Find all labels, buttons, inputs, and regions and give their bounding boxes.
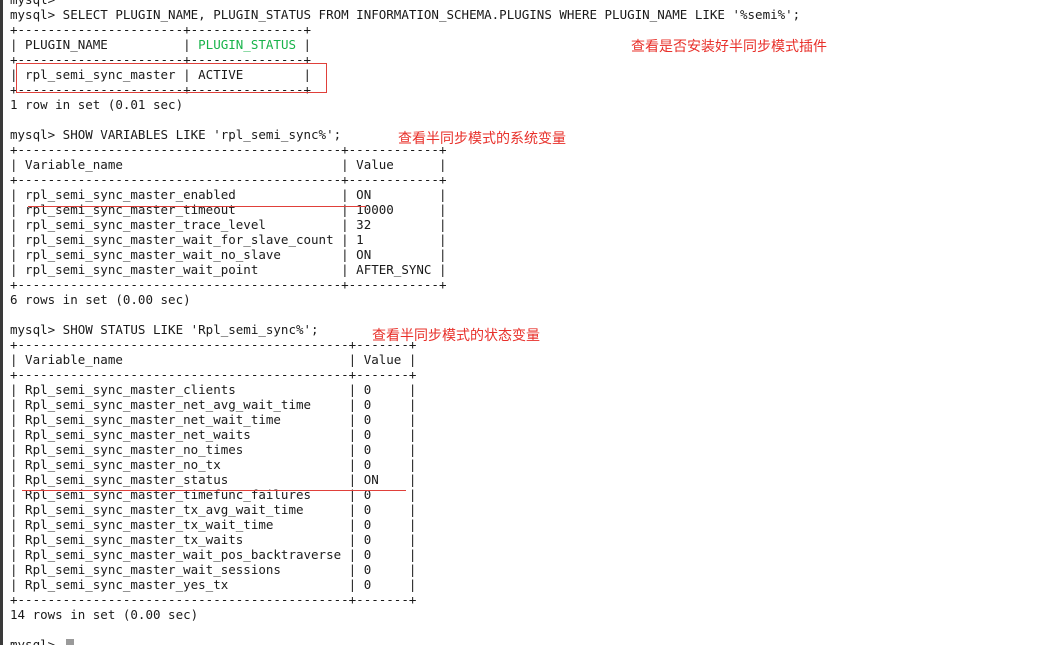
status-variable-underline [22,490,406,491]
terminal-line: | Rpl_semi_sync_master_net_wait_time | 0… [10,412,800,427]
annotation-status-variables: 查看半同步模式的状态变量 [372,328,540,344]
terminal-line: | rpl_semi_sync_master_trace_level | 32 … [10,217,800,232]
terminal-text: | rpl_semi_sync_master_trace_level | 32 … [10,217,447,232]
terminal-text: | Rpl_semi_sync_master_tx_waits | 0 | [10,532,417,547]
annotation-plugin-check: 查看是否安装好半同步模式插件 [631,39,827,55]
terminal-line: | rpl_semi_sync_master_enabled | ON | [10,187,800,202]
terminal-text: | Rpl_semi_sync_master_tx_wait_time | 0 … [10,517,417,532]
terminal-text: | Rpl_semi_sync_master_net_avg_wait_time… [10,397,417,412]
terminal-text: | rpl_semi_sync_master_enabled | ON | [10,187,447,202]
terminal-line: mysql> [10,0,800,7]
terminal-text: | Rpl_semi_sync_master_tx_avg_wait_time … [10,502,417,517]
terminal-text: | rpl_semi_sync_master_wait_point | AFTE… [10,262,447,277]
terminal-text: mysql> [10,637,63,645]
terminal-text: | Rpl_semi_sync_master_net_waits | 0 | [10,427,417,442]
terminal-line: | rpl_semi_sync_master_wait_point | AFTE… [10,262,800,277]
terminal-text: +----------------------+---------------+ [10,22,312,37]
terminal-text: | Rpl_semi_sync_master_clients | 0 | [10,382,417,397]
terminal-line: | Rpl_semi_sync_master_clients | 0 | [10,382,800,397]
terminal-line: +----------------------+---------------+ [10,22,800,37]
terminal-line: +---------------------------------------… [10,172,800,187]
terminal-line: | Variable_name | Value | [10,157,800,172]
enabled-variable-underline [28,206,366,207]
terminal-text: +---------------------------------------… [10,367,417,382]
terminal-line: | Rpl_semi_sync_master_no_tx | 0 | [10,457,800,472]
terminal-text: | Rpl_semi_sync_master_net_wait_time | 0… [10,412,417,427]
terminal-line: | Rpl_semi_sync_master_no_times | 0 | [10,442,800,457]
terminal-text: mysql> SELECT PLUGIN_NAME, PLUGIN_STATUS… [10,7,801,22]
column-header-highlighted: PLUGIN_STATUS [198,37,296,52]
terminal-output[interactable]: mysql>mysql> SELECT PLUGIN_NAME, PLUGIN_… [10,0,800,645]
terminal-text: +---------------------------------------… [10,592,417,607]
terminal-text: | Rpl_semi_sync_master_no_tx | 0 | [10,457,417,472]
terminal-text: | Rpl_semi_sync_master_wait_sessions | 0… [10,562,417,577]
terminal-text: 1 row in set (0.01 sec) [10,97,184,112]
terminal-line: | Rpl_semi_sync_master_tx_waits | 0 | [10,532,800,547]
terminal-line: | Rpl_semi_sync_master_tx_wait_time | 0 … [10,517,800,532]
terminal-text: | rpl_semi_sync_master_timeout | 10000 | [10,202,447,217]
terminal-text: mysql> [10,0,55,7]
window-left-border [0,0,3,645]
terminal-text: | Rpl_semi_sync_master_status | ON | [10,472,417,487]
terminal-line: 1 row in set (0.01 sec) [10,97,800,112]
terminal-text: | Rpl_semi_sync_master_yes_tx | 0 | [10,577,417,592]
terminal-line: 6 rows in set (0.00 sec) [10,292,800,307]
terminal-line: | Rpl_semi_sync_master_wait_sessions | 0… [10,562,800,577]
terminal-text: | rpl_semi_sync_master_wait_for_slave_co… [10,232,447,247]
terminal-text: mysql> SHOW STATUS LIKE 'Rpl_semi_sync%'… [10,322,319,337]
terminal-text: 6 rows in set (0.00 sec) [10,292,191,307]
terminal-line: | rpl_semi_sync_master_wait_for_slave_co… [10,232,800,247]
terminal-line: mysql> [10,637,800,645]
terminal-line: +---------------------------------------… [10,592,800,607]
terminal-text: | Rpl_semi_sync_master_no_times | 0 | [10,442,417,457]
terminal-line: | Rpl_semi_sync_master_wait_pos_backtrav… [10,547,800,562]
terminal-line: +---------------------------------------… [10,277,800,292]
terminal-line: | Rpl_semi_sync_master_status | ON | [10,472,800,487]
terminal-line: | Rpl_semi_sync_master_tx_avg_wait_time … [10,502,800,517]
terminal-text: +---------------------------------------… [10,172,447,187]
active-plugin-highlight-box [16,63,327,93]
terminal-line: | Rpl_semi_sync_master_yes_tx | 0 | [10,577,800,592]
terminal-text: +---------------------------------------… [10,142,447,157]
terminal-text: | Rpl_semi_sync_master_wait_pos_backtrav… [10,547,417,562]
terminal-line: mysql> SELECT PLUGIN_NAME, PLUGIN_STATUS… [10,7,800,22]
terminal-text: mysql> SHOW VARIABLES LIKE 'rpl_semi_syn… [10,127,342,142]
terminal-line: | Variable_name | Value | [10,352,800,367]
terminal-line: | rpl_semi_sync_master_timeout | 10000 | [10,202,800,217]
terminal-cursor [66,639,74,645]
terminal-text: +---------------------------------------… [10,277,447,292]
terminal-text: | [296,37,312,52]
terminal-line: | Rpl_semi_sync_master_net_waits | 0 | [10,427,800,442]
terminal-text: | PLUGIN_NAME | [10,37,199,52]
terminal-text: | Variable_name | Value | [10,352,417,367]
annotation-system-variables: 查看半同步模式的系统变量 [398,131,566,147]
terminal-line: | Rpl_semi_sync_master_net_avg_wait_time… [10,397,800,412]
terminal-text: | Variable_name | Value | [10,157,447,172]
terminal-line: 14 rows in set (0.00 sec) [10,607,800,622]
terminal-line: | rpl_semi_sync_master_wait_no_slave | O… [10,247,800,262]
terminal-text: | rpl_semi_sync_master_wait_no_slave | O… [10,247,447,262]
terminal-text: +---------------------------------------… [10,337,417,352]
terminal-text: 14 rows in set (0.00 sec) [10,607,199,622]
terminal-line: +---------------------------------------… [10,367,800,382]
